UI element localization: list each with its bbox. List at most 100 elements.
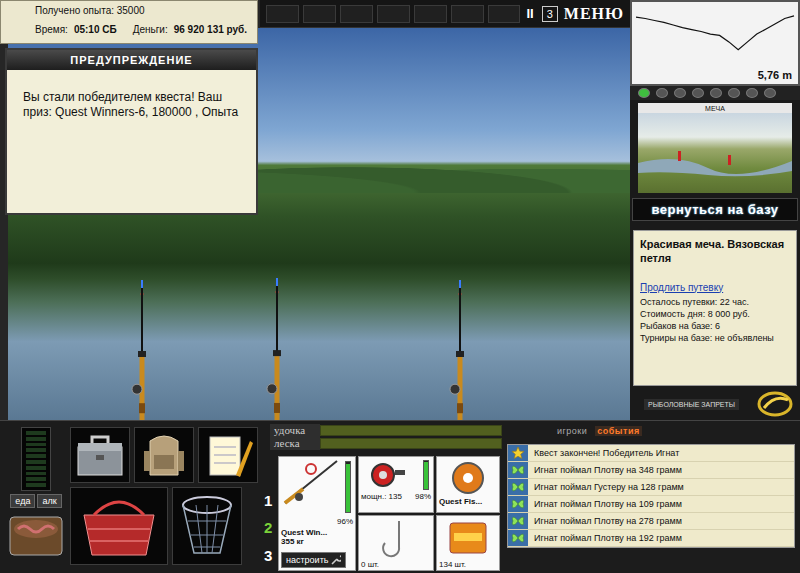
event-text: Игнат поймал Густеру на 128 грамм [528, 482, 684, 492]
events-list: Квест закончен! Победитель ИгнатИгнат по… [507, 444, 795, 548]
tackle-box-button[interactable] [70, 427, 130, 483]
notebook-button[interactable] [198, 427, 258, 483]
reel-condition-fill [424, 462, 428, 489]
reel-power: мощн.: 135 [361, 492, 402, 501]
event-icon-box [508, 530, 528, 546]
alcohol-button[interactable]: алк [37, 494, 61, 508]
wrench-icon [331, 555, 341, 565]
tools-column: едаалк [8, 427, 64, 573]
rod-slot[interactable]: 3 [264, 547, 272, 564]
top-slot [451, 5, 484, 23]
meter-segment [26, 437, 46, 441]
warning-title: ПРЕДУПРЕЖДЕНИЕ [7, 50, 256, 70]
line-spool-icon [448, 460, 488, 496]
tension-label: удочка [270, 424, 320, 437]
reel-cell[interactable]: мощн.: 13598% [358, 456, 434, 513]
meter-segment [26, 431, 46, 435]
money-group: Деньги:96 920 131 руб. [133, 24, 247, 35]
depth-reading: 5,76 m [632, 69, 798, 84]
round-button[interactable] [638, 88, 650, 98]
location-card: МЕЧА [630, 100, 800, 193]
rod-cell[interactable]: 96%Quest Win...355 кгнастроить [278, 456, 356, 571]
warning-dialog: ПРЕДУПРЕЖДЕНИЕВы стали победителем квест… [5, 48, 258, 215]
landing-net-button[interactable] [172, 487, 242, 565]
warning-message: Вы стали победителем квеста! Ваш приз: Q… [7, 70, 256, 140]
tab[interactable]: игроки [555, 426, 589, 436]
events-tabs: игроки события [507, 424, 795, 438]
tension-label: леска [270, 437, 320, 450]
top-slot [303, 5, 336, 23]
location-detail: Турниры на базе: не объявлены [640, 332, 790, 344]
event-icon-box [508, 479, 528, 495]
line-cell[interactable]: Quest Fis... [436, 456, 500, 513]
meter-segment [26, 454, 46, 458]
reel-icon [365, 460, 409, 490]
location-detail: Осталось путевки: 22 час. [640, 296, 790, 308]
tackle-area: удочкалеска96%Quest Win...355 кгнастроит… [270, 421, 502, 573]
bait-tin-icon[interactable] [8, 511, 64, 559]
food-button[interactable]: еда [10, 494, 35, 508]
event-text: Игнат поймал Плотву на 192 грамм [528, 533, 682, 543]
bans-row: РЫБОЛОВНЫЕ ЗАПРЕТЫ [630, 386, 800, 418]
round-button[interactable] [764, 88, 776, 98]
rod-icon [281, 459, 341, 505]
configure-label[interactable]: настроить [286, 555, 328, 565]
rod-condition-fill [346, 464, 350, 512]
hook-cell[interactable]: 0 шт. [358, 515, 434, 572]
rod-load: 355 кг [281, 537, 353, 546]
fishing-rod-icon[interactable] [448, 280, 472, 420]
tab[interactable]: события [595, 426, 641, 436]
inventory-row [70, 427, 258, 483]
right-panel: 5,76 mМЕЧАвернуться на базуКрасивая меча… [630, 0, 800, 420]
configure-button[interactable]: настроить [281, 552, 346, 568]
round-button[interactable] [692, 88, 704, 98]
event-row: Игнат поймал Плотву на 109 грамм [508, 496, 794, 513]
event-row: Игнат поймал Густеру на 128 грамм [508, 479, 794, 496]
fishing-rod-icon[interactable] [130, 280, 154, 420]
backpack-button[interactable] [134, 427, 194, 483]
rod-slot[interactable]: 2 [264, 519, 272, 536]
depth-chart [632, 2, 798, 69]
top-slot [488, 5, 521, 23]
speed-button[interactable]: 3 [542, 6, 558, 22]
top-bar: II 3 МЕНЮ [260, 0, 630, 28]
rod-name: Quest Win... [281, 528, 353, 537]
top-slot [414, 5, 447, 23]
round-button[interactable] [674, 88, 686, 98]
experience: Получено опыта: 35000 [35, 5, 249, 16]
rod-slot[interactable]: 1 [264, 492, 272, 509]
basket-button[interactable] [70, 487, 168, 565]
time-group: Время:05:10 СБ [35, 24, 117, 35]
tackle-items: 96%Quest Win...355 кгнастроитьмощн.: 135… [278, 456, 500, 571]
butterfly-icon [511, 531, 525, 545]
round-button[interactable] [728, 88, 740, 98]
fishing-rod-icon[interactable] [265, 278, 289, 420]
tackle-grid: мощн.: 13598%Quest Fis...0 шт.134 шт. [358, 456, 500, 571]
pause-button[interactable]: II [524, 6, 535, 21]
time-value: 05:10 СБ [74, 24, 117, 35]
depth-profile: 5,76 m [630, 0, 800, 86]
butterfly-icon [511, 463, 525, 477]
butterfly-icon [511, 514, 525, 528]
event-row: Игнат поймал Плотву на 192 грамм [508, 530, 794, 547]
meter-segment [26, 443, 46, 447]
bottom-panel: едаалк 1 2 3удочкалеска96%Quest Win...355 к… [0, 420, 800, 573]
bait-cell[interactable]: 134 шт. [436, 515, 500, 572]
round-button[interactable] [656, 88, 668, 98]
reel-condition-track [423, 460, 429, 490]
landing-net-icon [176, 491, 238, 561]
event-icon-box [508, 513, 528, 529]
menu-button[interactable]: МЕНЮ [564, 5, 624, 23]
game-logo-icon[interactable] [756, 390, 794, 418]
inventory-row [70, 487, 258, 565]
tension-track [320, 425, 502, 436]
return-to-base-button[interactable]: вернуться на базу [632, 198, 798, 221]
round-button[interactable] [710, 88, 722, 98]
bait-pack-icon [446, 519, 490, 557]
round-button[interactable] [746, 88, 758, 98]
bite-meter [21, 427, 51, 491]
fishing-bans-button[interactable]: РЫБОЛОВНЫЕ ЗАПРЕТЫ [644, 399, 739, 410]
top-slot [340, 5, 373, 23]
extend-permit-link[interactable]: Продлить путевку [640, 282, 790, 293]
tackle-box-icon [74, 431, 126, 479]
